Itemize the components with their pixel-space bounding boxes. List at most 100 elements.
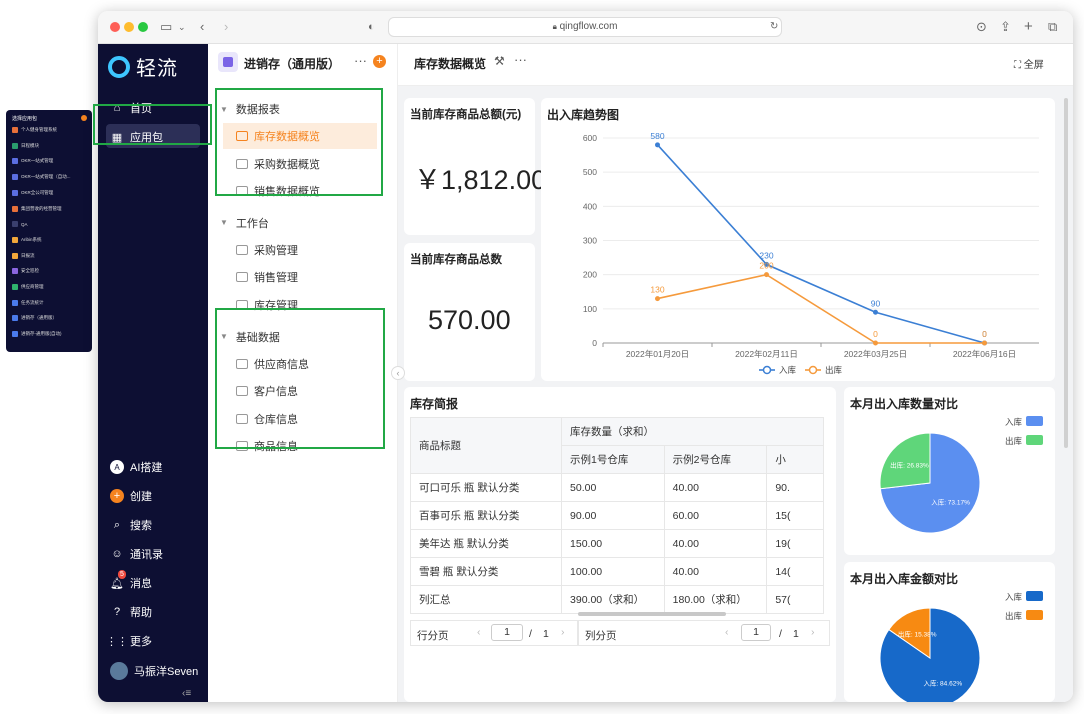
app-color-icon	[12, 127, 18, 133]
add-icon[interactable]: +	[373, 55, 386, 68]
maximize-window-icon[interactable]	[138, 22, 148, 32]
nav-group[interactable]: ▼ 工作台	[208, 210, 396, 236]
table-cell-value: 390.00（求和）	[561, 585, 665, 614]
sidebar-item-more[interactable]: ⋮⋮ 更多	[106, 633, 152, 649]
nav-group-label: 工作台	[235, 217, 269, 230]
prev-page-icon[interactable]: ‹	[477, 626, 481, 638]
kpi-value: 570.00	[428, 305, 511, 335]
sidebar-item-search[interactable]: ⌕ 搜索	[110, 517, 152, 533]
nav-item[interactable]: 销售管理	[208, 264, 396, 290]
mini-app-label: 集团营收的经营管理	[21, 205, 62, 211]
row-page-input[interactable]: 1	[491, 624, 523, 641]
app-color-icon	[12, 331, 18, 338]
pie-label: 出库: 26.83%	[890, 461, 929, 470]
mini-app-item[interactable]: 供应商管理	[12, 284, 44, 290]
vertical-scrollbar[interactable]	[1064, 98, 1068, 448]
col-header-wh2: 示例2号仓库	[663, 445, 768, 474]
chevron-down-icon[interactable]: ⌄	[178, 19, 186, 35]
share-icon[interactable]: ⇪	[1000, 19, 1011, 35]
mini-app-item[interactable]: 进销存（通用版）	[12, 315, 57, 322]
next-page-icon[interactable]: ›	[811, 626, 815, 638]
help-icon: ?	[113, 606, 121, 618]
mini-app-item[interactable]: 进销存-通用版(自动)	[12, 331, 62, 338]
mini-app-label: Aribin系统	[21, 236, 42, 242]
table-cell-value: 90.	[766, 473, 824, 502]
mini-app-item[interactable]: Aribin系统	[12, 236, 42, 243]
data-point[interactable]	[982, 340, 987, 346]
mini-add-icon[interactable]	[81, 115, 87, 121]
table-cell-value: 40.00	[663, 529, 768, 558]
mini-app-item[interactable]: QA	[12, 221, 28, 228]
data-point[interactable]	[873, 309, 878, 315]
horizontal-scrollbar[interactable]	[578, 612, 726, 616]
table-cell-product: 可口可乐 瓶 默认分类	[410, 473, 563, 502]
legend-label[interactable]: 出库	[825, 365, 843, 375]
mini-app-label: 安全巡检	[21, 268, 39, 274]
mini-app-item[interactable]: OKR一站式管理	[12, 158, 53, 165]
legend-label[interactable]: 入库	[779, 365, 797, 375]
more-grid-icon: ⋮⋮	[106, 635, 128, 648]
sidebar-item-create[interactable]: + 创建	[110, 488, 152, 504]
sidebar-item-ai[interactable]: A AI搭建	[110, 459, 162, 475]
app-color-icon	[12, 158, 18, 165]
fullscreen-button[interactable]: ⛶ 全屏	[1014, 56, 1044, 71]
reload-icon[interactable]: ↻	[770, 19, 778, 35]
forward-icon[interactable]: ›	[224, 19, 228, 35]
trend-chart: 0 100 200 300 400 500 600 2022年01月20日 2022年02月11…	[583, 131, 1039, 375]
mini-app-item[interactable]: 集团营收的经营管理	[12, 205, 62, 212]
mini-app-item[interactable]: 日程模块	[12, 142, 39, 149]
close-window-icon[interactable]	[110, 22, 120, 32]
mini-app-label: QA	[21, 221, 28, 227]
highlight-box-base-data	[215, 308, 385, 449]
mini-app-item[interactable]: 安全巡检	[12, 268, 39, 275]
collapse-sidebar-icon[interactable]: ‹≡	[182, 688, 191, 699]
mini-app-item[interactable]: OKR全公司管理	[12, 189, 53, 196]
data-label: 0	[982, 329, 987, 339]
pie-label: 入库: 84.62%	[923, 678, 962, 687]
sidebar-item-user[interactable]: 马振洋Seven	[110, 662, 198, 680]
sidebar-item-contacts[interactable]: ☺ 通讯录	[110, 546, 163, 562]
mini-app-item[interactable]: 个人健身管理系统	[12, 127, 57, 133]
back-icon[interactable]: ‹	[200, 19, 204, 35]
sidebar-item-label: 更多	[130, 636, 152, 648]
sidebar-toggle-icon[interactable]: ▭	[160, 19, 172, 35]
pie-card-amount: 本月出入库金额对比 入库: 84.62% 入库 出库: 15.38% 出库	[844, 562, 1055, 702]
logo[interactable]: 轻流	[108, 52, 178, 81]
mini-app-item[interactable]: 任务流统计	[12, 299, 44, 306]
legend-label[interactable]: 入库	[1005, 417, 1023, 427]
table-cell-value: 40.00	[663, 473, 768, 502]
kpi-value: ￥1,812.00	[414, 165, 547, 195]
new-tab-icon[interactable]: +	[1024, 19, 1033, 35]
address-bar[interactable]: 🔒︎ qingflow.com	[388, 17, 782, 37]
table-header-row: 商品标题 库存数量（求和）	[410, 417, 824, 474]
tab-overview-icon[interactable]: ⧉	[1048, 19, 1057, 35]
download-icon[interactable]: ⊙	[976, 19, 987, 35]
prev-page-icon[interactable]: ‹	[725, 626, 729, 638]
nav-item[interactable]: 采购管理	[208, 237, 396, 263]
mini-app-label: OKR一站式管理（自动...	[21, 174, 71, 180]
data-point[interactable]	[655, 296, 660, 302]
legend-label[interactable]: 出库	[1005, 436, 1023, 446]
sidebar-item-help[interactable]: ? 帮助	[110, 604, 152, 620]
pie-slice[interactable]	[879, 432, 931, 490]
collapse-nav-icon[interactable]: ‹	[391, 366, 405, 380]
wrench-icon[interactable]: ⚒︎	[494, 54, 505, 68]
data-label: 90	[871, 298, 881, 308]
data-point[interactable]	[873, 340, 878, 346]
more-options-icon[interactable]: ···	[354, 53, 367, 68]
next-page-icon[interactable]: ›	[561, 626, 565, 638]
data-point[interactable]	[655, 142, 660, 148]
col-page-input[interactable]: 1	[741, 624, 771, 641]
data-point[interactable]	[764, 272, 769, 278]
legend-label[interactable]: 入库	[1005, 592, 1023, 602]
data-label: 230	[759, 250, 773, 260]
more-options-icon[interactable]: ···	[514, 52, 527, 67]
mini-app-item[interactable]: OKR一站式管理（自动...	[12, 174, 71, 181]
page-separator: /	[529, 628, 532, 640]
legend-label[interactable]: 出库	[1005, 611, 1023, 621]
shield-icon: ◐	[368, 21, 375, 33]
minimize-window-icon[interactable]	[124, 22, 134, 32]
app-color-icon	[12, 236, 18, 243]
mini-app-item[interactable]: 日报流	[12, 252, 35, 259]
sidebar-item-messages[interactable]: 🔔︎ 5 消息	[110, 570, 152, 591]
